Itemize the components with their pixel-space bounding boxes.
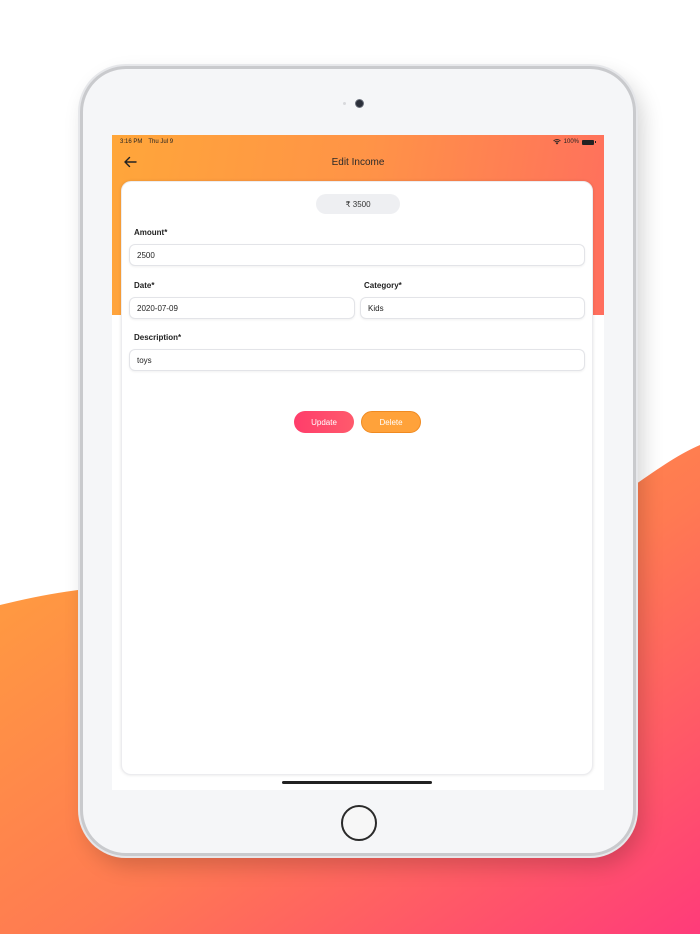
battery-percent: 100% [563,139,579,145]
date-label: Date* [134,281,155,290]
status-bar: 3:16 PM Thu Jul 9 100% [112,135,604,149]
home-indicator [282,781,432,784]
nav-bar: Edit Income [112,149,604,179]
battery-icon [582,139,596,145]
total-amount-badge: ₹ 3500 [316,194,400,214]
delete-button[interactable]: Delete [361,411,421,433]
edit-income-card: ₹ 3500 Amount* Date* Category* Descripti… [121,181,593,775]
amount-label: Amount* [134,228,168,237]
tablet-frame: 3:16 PM Thu Jul 9 100% Edit Income ₹ 350… [80,66,636,856]
category-input[interactable] [360,297,585,319]
status-time: 3:16 PM [120,139,143,145]
sensor-dot [343,102,346,105]
home-button[interactable] [341,805,377,841]
app-screen: 3:16 PM Thu Jul 9 100% Edit Income ₹ 350… [112,135,604,790]
amount-input[interactable] [129,244,585,266]
page-title: Edit Income [331,157,385,168]
description-label: Description* [134,333,182,342]
update-button[interactable]: Update [294,411,354,433]
date-input[interactable] [129,297,355,319]
category-label: Category* [364,281,402,290]
status-date: Thu Jul 9 [148,139,174,145]
wifi-icon [552,139,561,145]
camera-icon [355,99,364,108]
description-input[interactable] [129,349,585,371]
